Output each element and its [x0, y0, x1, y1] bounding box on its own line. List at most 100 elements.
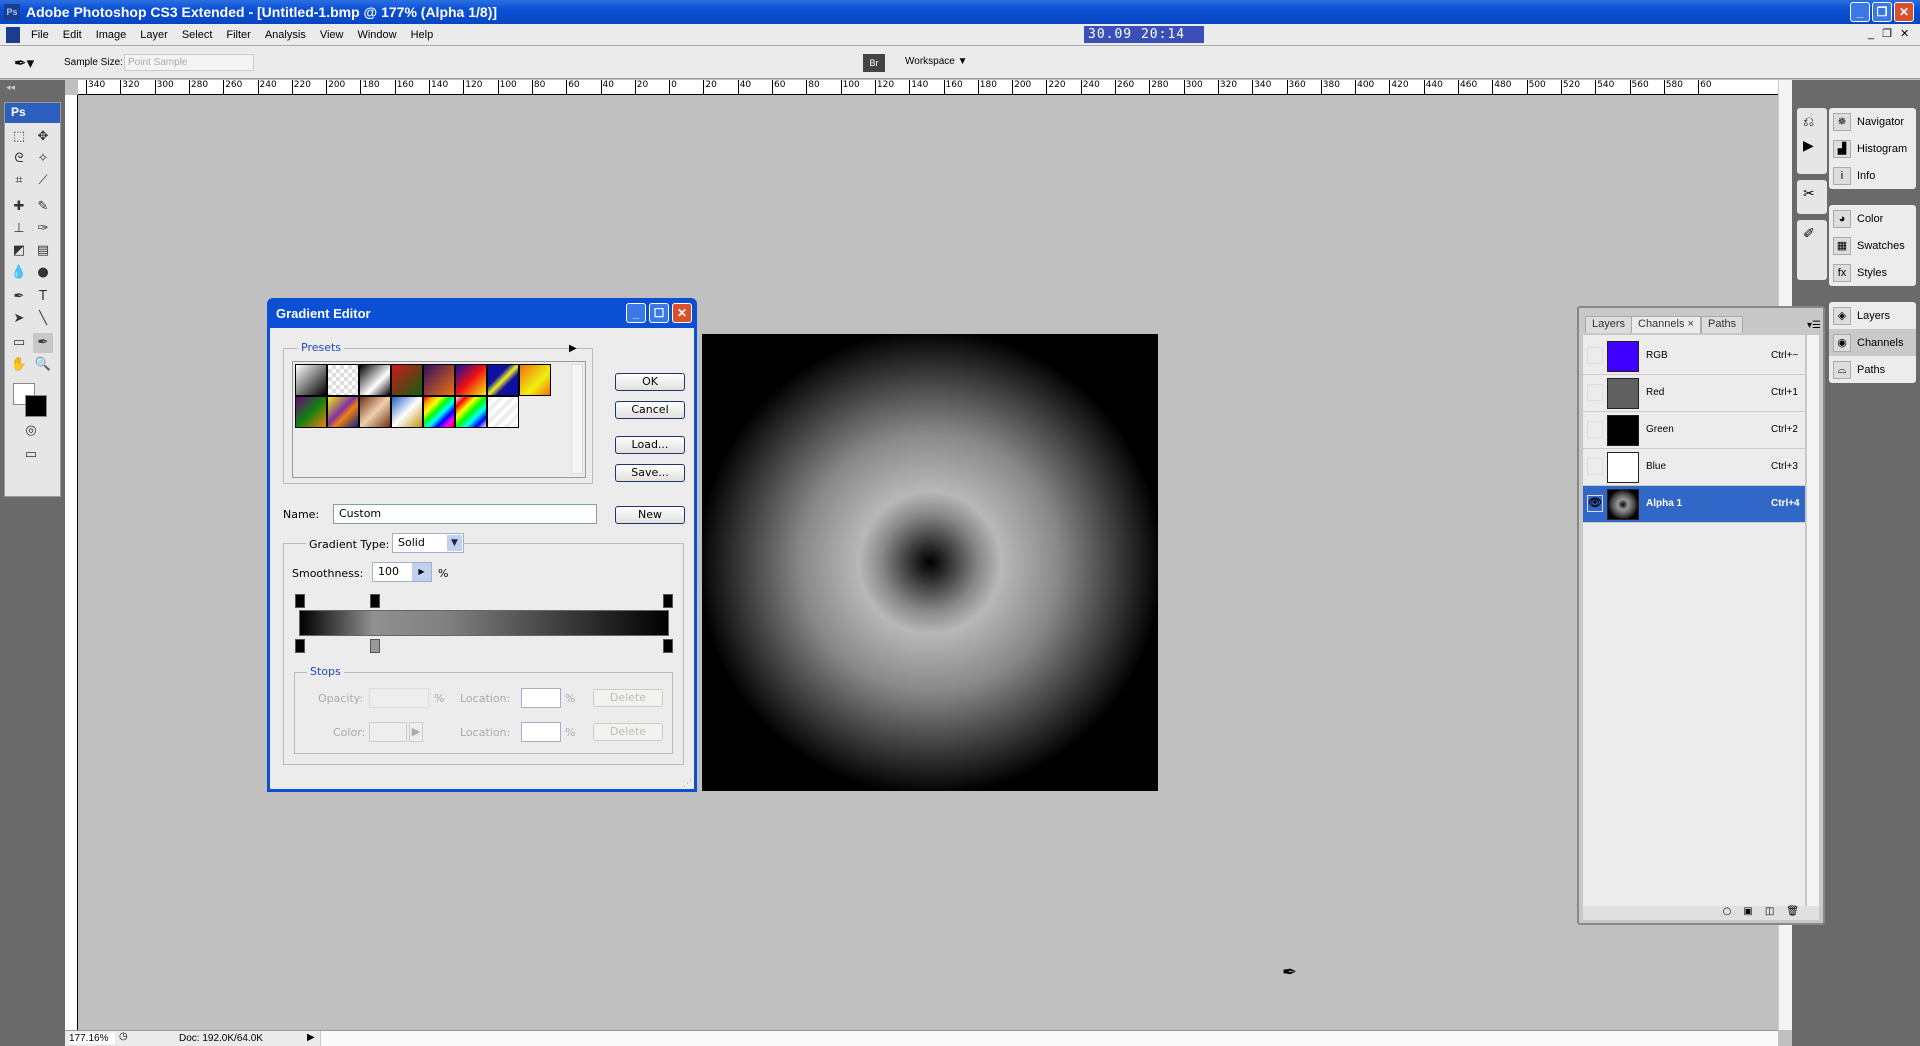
- panel-navigator[interactable]: ✵ Navigator: [1829, 108, 1916, 135]
- channel-row[interactable]: 👁 Alpha 1 Ctrl+4: [1583, 486, 1805, 523]
- menu-window[interactable]: Window: [350, 29, 403, 41]
- history-icon[interactable]: ⎌: [1797, 108, 1827, 136]
- menu-image[interactable]: Image: [89, 29, 134, 41]
- menu-analysis[interactable]: Analysis: [258, 29, 313, 41]
- panel-menu-icon[interactable]: ▾☰: [1807, 320, 1821, 331]
- preset-swatch[interactable]: [295, 364, 327, 396]
- panel-paths[interactable]: ⌓ Paths: [1829, 356, 1916, 383]
- opacity-stop-right[interactable]: [663, 594, 673, 608]
- crop-tool-icon[interactable]: ⌗: [9, 171, 29, 191]
- preset-swatch[interactable]: [487, 396, 519, 428]
- eraser-tool-icon[interactable]: ◩: [9, 241, 29, 261]
- preset-swatch[interactable]: [359, 364, 391, 396]
- smoothness-input[interactable]: 100 ▶: [372, 562, 432, 582]
- panel-channels[interactable]: ◉ Channels: [1829, 329, 1916, 356]
- canvas-image[interactable]: [702, 334, 1158, 791]
- dialog-minimize-button[interactable]: _: [626, 303, 646, 323]
- preset-swatch[interactable]: [391, 396, 423, 428]
- preset-swatch[interactable]: [455, 364, 487, 396]
- hand-tool-icon[interactable]: ✋: [9, 355, 29, 375]
- document-window-controls[interactable]: _❐✕: [1868, 27, 1917, 40]
- load-button[interactable]: Load...: [615, 436, 685, 454]
- cancel-button[interactable]: Cancel: [615, 401, 685, 419]
- gradient-tool-icon[interactable]: ▤: [33, 241, 53, 261]
- gradient-type-select[interactable]: Solid ▼: [392, 533, 464, 553]
- eye-icon[interactable]: 👁: [1587, 495, 1603, 512]
- background-color-swatch[interactable]: [25, 395, 47, 417]
- zoom-tool-icon[interactable]: 🔍: [33, 355, 53, 375]
- menu-file[interactable]: File: [24, 29, 56, 41]
- status-menu-arrow-icon[interactable]: ▶: [307, 1032, 315, 1043]
- panel-layers[interactable]: ◈ Layers: [1829, 302, 1916, 329]
- screen-mode-icon[interactable]: ▭: [21, 445, 41, 465]
- type-tool-icon[interactable]: T: [33, 287, 53, 307]
- color-location-input[interactable]: [521, 722, 561, 742]
- preset-swatch[interactable]: [327, 364, 359, 396]
- presets-scrollbar[interactable]: [571, 364, 583, 474]
- visibility-toggle[interactable]: [1587, 421, 1603, 438]
- panel-histogram[interactable]: ▟ Histogram: [1829, 135, 1916, 162]
- maximize-button[interactable]: ❐: [1872, 2, 1892, 22]
- name-input[interactable]: Custom: [333, 504, 597, 524]
- channel-row[interactable]: Blue Ctrl+3: [1583, 449, 1805, 486]
- magic-wand-tool-icon[interactable]: ✧: [33, 149, 53, 169]
- presets-menu-icon[interactable]: ▶: [569, 343, 577, 354]
- opacity-stop-left[interactable]: [295, 594, 305, 608]
- tab-paths[interactable]: Paths: [1701, 316, 1744, 333]
- app-menu-icon[interactable]: [6, 26, 20, 43]
- preset-swatch[interactable]: [423, 364, 455, 396]
- eyedropper-tool-icon[interactable]: ✒: [33, 333, 53, 353]
- close-button[interactable]: ✕: [1894, 2, 1914, 22]
- eyedropper-tool-preset-icon[interactable]: ✒▾: [14, 54, 34, 72]
- channel-row[interactable]: RGB Ctrl+~: [1583, 338, 1805, 375]
- panel-color[interactable]: ◕ Color: [1829, 205, 1916, 232]
- marquee-tool-icon[interactable]: ⬚: [9, 127, 29, 147]
- delete-opacity-stop-button[interactable]: Delete: [593, 689, 663, 707]
- minimize-button[interactable]: _: [1850, 2, 1870, 22]
- healing-brush-tool-icon[interactable]: ✚: [9, 197, 29, 217]
- preset-swatch[interactable]: [295, 396, 327, 428]
- dialog-maximize-button[interactable]: ☐: [649, 303, 669, 323]
- opacity-location-input[interactable]: [521, 688, 561, 708]
- preset-swatch[interactable]: [359, 396, 391, 428]
- delete-color-stop-button[interactable]: Delete: [593, 723, 663, 741]
- color-swatch-input[interactable]: [369, 722, 407, 742]
- zoom-level[interactable]: 177.16%: [69, 1033, 115, 1044]
- color-stop-mid[interactable]: [370, 639, 380, 653]
- color-menu-arrow-icon[interactable]: ▶: [409, 722, 423, 742]
- gradient-preview-bar[interactable]: [299, 610, 669, 636]
- preset-swatch[interactable]: [391, 364, 423, 396]
- slice-tool-icon[interactable]: ⟋: [33, 171, 53, 191]
- channels-scrollbar[interactable]: [1807, 335, 1819, 913]
- actions-icon[interactable]: ▶: [1797, 136, 1827, 156]
- brushes-icon[interactable]: ✐: [1797, 220, 1827, 280]
- sample-size-select[interactable]: Point Sample: [124, 54, 254, 71]
- tab-layers[interactable]: Layers: [1585, 316, 1633, 333]
- clone-stamp-tool-icon[interactable]: ⊥: [9, 219, 29, 239]
- save-button[interactable]: Save...: [615, 464, 685, 482]
- visibility-toggle[interactable]: [1587, 458, 1603, 475]
- brush-tool-icon[interactable]: ✎: [33, 197, 53, 217]
- panel-swatches[interactable]: ▦ Swatches: [1829, 232, 1916, 259]
- preset-swatch[interactable]: [455, 396, 487, 428]
- visibility-toggle[interactable]: [1587, 347, 1603, 364]
- blur-tool-icon[interactable]: 💧: [9, 263, 29, 283]
- panel-styles[interactable]: fx Styles: [1829, 259, 1916, 286]
- dodge-tool-icon[interactable]: ●: [33, 263, 53, 283]
- menu-filter[interactable]: Filter: [219, 29, 257, 41]
- bridge-icon[interactable]: Br: [863, 54, 885, 72]
- preset-swatch[interactable]: [423, 396, 455, 428]
- status-clock-icon[interactable]: ◷: [119, 1031, 128, 1042]
- panel-info[interactable]: i Info: [1829, 162, 1916, 189]
- color-stop-left[interactable]: [295, 639, 305, 653]
- color-stop-right[interactable]: [663, 639, 673, 653]
- line-tool-icon[interactable]: ╲: [33, 309, 53, 329]
- menu-help[interactable]: Help: [404, 29, 441, 41]
- channel-row[interactable]: Red Ctrl+1: [1583, 375, 1805, 412]
- collapse-icon[interactable]: ◂◂: [0, 80, 65, 96]
- tab-channels[interactable]: Channels ×: [1631, 316, 1701, 333]
- new-button[interactable]: New: [615, 506, 685, 524]
- opacity-input[interactable]: [369, 688, 429, 708]
- pen-tool-icon[interactable]: ✒: [9, 287, 29, 307]
- resize-grip-icon[interactable]: ⋰: [683, 779, 692, 789]
